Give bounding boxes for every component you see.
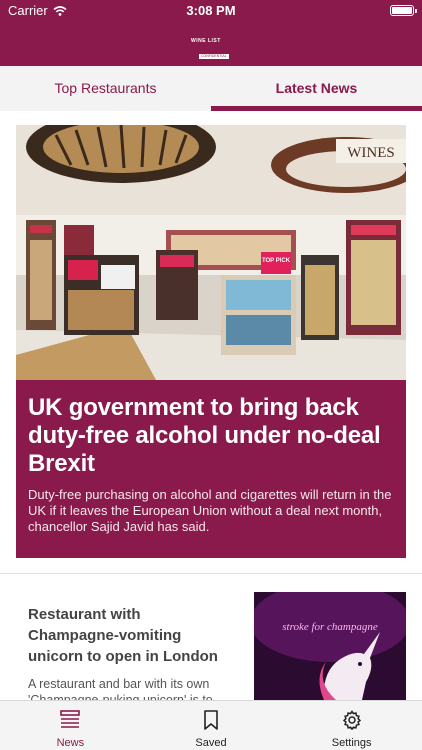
featured-image: WINES TOP PICK (16, 125, 406, 380)
featured-caption: UK government to bring back duty-free al… (16, 380, 406, 558)
neon-sign: stroke for champagne (282, 621, 378, 633)
segment-tabs: Top Restaurants Latest News (0, 66, 422, 111)
list-item-title[interactable]: Restaurant with Champagne-vomiting unico… (28, 604, 233, 667)
tab-settings[interactable]: Settings (281, 701, 422, 750)
battery-icon (390, 5, 417, 16)
top-pick-tag: TOP PICK (262, 258, 291, 264)
gear-icon (342, 710, 361, 730)
tab-top-restaurants[interactable]: Top Restaurants (0, 66, 211, 111)
tab-latest-news[interactable]: Latest News (211, 66, 422, 111)
tab-saved-label: Saved (195, 737, 227, 749)
clock: 3:08 PM (186, 3, 236, 18)
tab-news[interactable]: News (0, 701, 141, 750)
section-divider (0, 573, 422, 574)
bookmark-icon (204, 710, 218, 730)
app-logo: WINE LIST CONFIDENTIAL (191, 38, 231, 59)
top-bar: Carrier 3:08 PM WINE LIST CONFIDENTIAL (0, 0, 422, 66)
wines-sign: WINES (347, 145, 395, 161)
list-item-summary: A restaurant and bar with its own 'Champ… (28, 677, 213, 700)
tab-settings-label: Settings (331, 737, 372, 749)
bottom-tab-bar: News Saved Settings (0, 700, 422, 750)
status-bar: Carrier 3:08 PM (0, 0, 422, 22)
featured-summary: Duty-free purchasing on alcohol and ciga… (28, 487, 392, 534)
news-icon (60, 710, 81, 728)
logo-badge: CONFIDENTIAL (199, 54, 229, 59)
list-item-thumbnail[interactable]: stroke for champagne (254, 592, 406, 700)
tab-news-label: News (56, 737, 85, 749)
logo-text: WINE LIST (191, 38, 221, 44)
tab-saved[interactable]: Saved (141, 701, 282, 750)
featured-headline: UK government to bring back duty-free al… (28, 394, 381, 477)
featured-article[interactable]: WINES TOP PICK UK government to bring ba… (16, 125, 406, 558)
